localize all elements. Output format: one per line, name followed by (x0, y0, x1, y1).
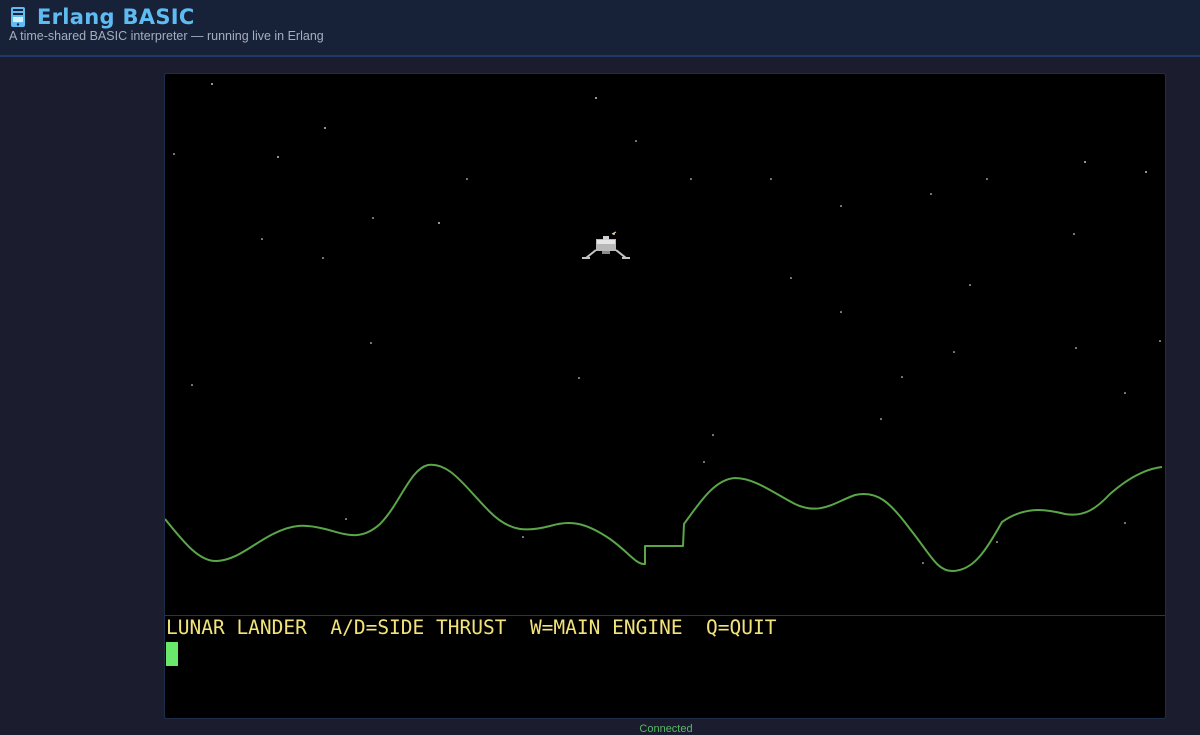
app-header: Erlang BASIC A time-shared BASIC interpr… (0, 0, 1200, 57)
terminal-output-line: LUNAR LANDER A/D=SIDE THRUST W=MAIN ENGI… (166, 616, 777, 639)
computer-tower-icon (10, 6, 26, 28)
lunar-lander-icon (582, 231, 630, 259)
game-canvas[interactable] (165, 74, 1165, 616)
starfield (173, 83, 1161, 564)
app-subtitle: A time-shared BASIC interpreter — runnin… (9, 29, 324, 43)
title-row: Erlang BASIC (10, 4, 195, 30)
app-title: Erlang BASIC (37, 5, 195, 29)
moon-terrain (165, 463, 1163, 572)
terminal-screen[interactable]: LUNAR LANDER A/D=SIDE THRUST W=MAIN ENGI… (164, 73, 1166, 719)
connection-status: Connected (639, 723, 693, 735)
terminal-cursor (166, 642, 178, 666)
